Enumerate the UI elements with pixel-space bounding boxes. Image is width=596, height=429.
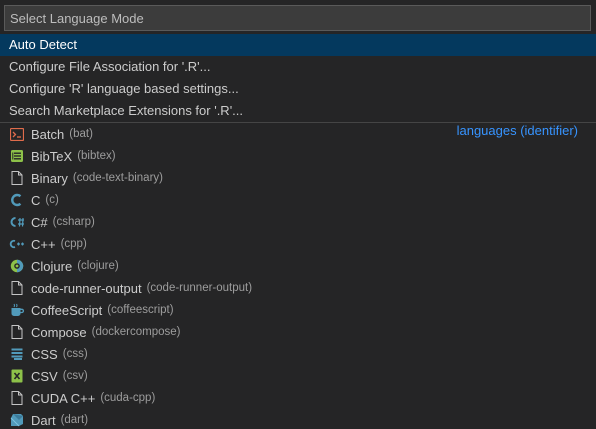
language-item-dockercompose[interactable]: Compose (dockercompose)	[0, 321, 596, 343]
language-item-dart[interactable]: Dart (dart)	[0, 409, 596, 429]
file-icon	[9, 324, 25, 340]
cpp-icon	[9, 236, 25, 252]
language-identifier: (bat)	[69, 128, 93, 140]
css-icon	[9, 346, 25, 362]
bibtex-icon	[9, 148, 25, 164]
language-item-cpp[interactable]: C++ (cpp)	[0, 233, 596, 255]
language-item-clojure[interactable]: Clojure (clojure)	[0, 255, 596, 277]
language-identifier: (cuda-cpp)	[100, 392, 156, 404]
terminal-icon	[9, 126, 25, 142]
language-name: Clojure	[31, 258, 73, 274]
language-name: CoffeeScript	[31, 302, 103, 318]
language-identifier: (csv)	[62, 370, 88, 382]
language-identifier: (clojure)	[77, 260, 119, 272]
language-item-coffeescript[interactable]: CoffeeScript (coffeescript)	[0, 299, 596, 321]
language-name: code-runner-output	[31, 280, 142, 296]
quick-pick-list: Auto Detect Configure File Association f…	[0, 34, 596, 429]
coffee-icon	[9, 302, 25, 318]
language-item-bibtex[interactable]: BibTeX (bibtex)	[0, 145, 596, 167]
language-item-code-runner-output[interactable]: code-runner-output (code-runner-output)	[0, 277, 596, 299]
language-item-binary[interactable]: Binary (code-text-binary)	[0, 167, 596, 189]
language-item-csharp[interactable]: C# (csharp)	[0, 211, 596, 233]
language-name: CSV	[31, 368, 58, 384]
language-mode-input[interactable]	[4, 5, 591, 31]
language-identifier: (bibtex)	[77, 150, 116, 162]
language-item-cuda-cpp[interactable]: CUDA C++ (cuda-cpp)	[0, 387, 596, 409]
c-icon	[9, 192, 25, 208]
language-item-css[interactable]: CSS (css)	[0, 343, 596, 365]
csharp-icon	[9, 214, 25, 230]
language-name: Batch	[31, 126, 65, 142]
language-name: CUDA C++	[31, 390, 96, 406]
language-identifier: (csharp)	[52, 216, 95, 228]
input-row	[0, 0, 596, 34]
language-name: C#	[31, 214, 48, 230]
file-icon	[9, 170, 25, 186]
language-item-csv[interactable]: CSV (csv)	[0, 365, 596, 387]
search-marketplace-item[interactable]: Search Marketplace Extensions for '.R'..…	[0, 100, 596, 122]
language-identifier: (coffeescript)	[107, 304, 174, 316]
language-name: C	[31, 192, 41, 208]
csv-icon	[9, 368, 25, 384]
language-identifier: (c)	[45, 194, 59, 206]
clojure-icon	[9, 258, 25, 274]
language-name: C++	[31, 236, 56, 252]
language-item-bat[interactable]: Batch (bat) languages (identifier)	[0, 123, 596, 145]
language-name: CSS	[31, 346, 58, 362]
language-identifier: (code-runner-output)	[146, 282, 253, 294]
file-icon	[9, 390, 25, 406]
language-name: Dart	[31, 412, 56, 428]
language-identifier: (cpp)	[60, 238, 87, 250]
language-identifier: (dockercompose)	[91, 326, 181, 338]
configure-language-settings-item[interactable]: Configure 'R' language based settings...	[0, 78, 596, 100]
language-identifier: (code-text-binary)	[72, 172, 163, 184]
language-identifier: (dart)	[60, 414, 89, 426]
file-icon	[9, 280, 25, 296]
quick-pick-widget: Auto Detect Configure File Association f…	[0, 0, 596, 429]
configure-file-association-item[interactable]: Configure File Association for '.R'...	[0, 56, 596, 78]
language-name: Compose	[31, 324, 87, 340]
dart-icon	[9, 412, 25, 428]
language-identifier: (css)	[62, 348, 88, 360]
auto-detect-item[interactable]: Auto Detect	[0, 34, 596, 56]
group-label: languages (identifier)	[456, 123, 578, 138]
language-name: BibTeX	[31, 148, 73, 164]
language-item-c[interactable]: C (c)	[0, 189, 596, 211]
language-name: Binary	[31, 170, 68, 186]
